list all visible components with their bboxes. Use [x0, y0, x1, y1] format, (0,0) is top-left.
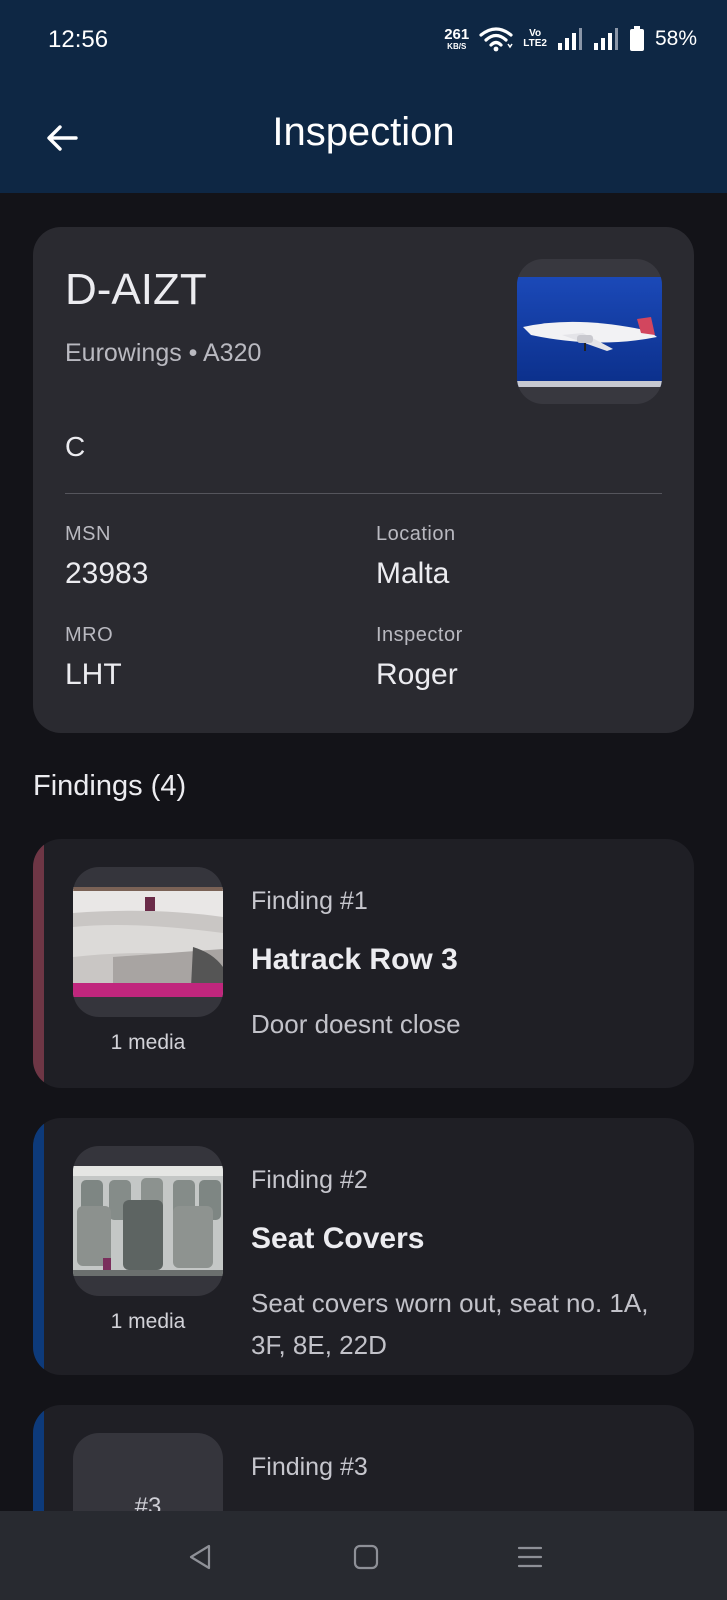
aircraft-summary-card: D-AIZT Eurowings • A320 C MSN 23983 Loca…	[33, 227, 694, 733]
finding-accent-bar	[33, 1118, 44, 1375]
location-value: Malta	[376, 557, 450, 590]
mro-value: LHT	[65, 658, 122, 691]
msn-value: 23983	[65, 557, 149, 590]
signal-icon-sim1	[557, 28, 582, 50]
finding-thumbnail[interactable]	[73, 1146, 223, 1296]
finding-description: Seat covers worn out, seat no. 1A, 3F, 8…	[251, 1288, 649, 1360]
volte-bottom: LTE2	[523, 38, 547, 49]
volte-indicator: Vo LTE2	[523, 29, 547, 49]
msn-label: MSN	[65, 523, 111, 545]
aircraft-photo[interactable]	[517, 259, 662, 404]
status-time: 12:56	[48, 26, 109, 53]
finding-description: Door doesnt close	[251, 1009, 461, 1039]
nav-home-icon	[353, 1544, 379, 1570]
seats-photo	[73, 1166, 223, 1276]
inspector-value: Roger	[376, 658, 458, 691]
finding-title: Seat Covers	[251, 1222, 425, 1255]
aircraft-airline-type: Eurowings • A320	[65, 339, 262, 367]
status-icons: 261 KB/S Vo LTE2 58%	[444, 24, 697, 54]
finding-number: Finding #2	[251, 1166, 368, 1194]
aircraft-status: C	[65, 431, 86, 462]
status-bar: 12:56 261 KB/S Vo LTE2 58%	[0, 0, 727, 82]
finding-number: Finding #1	[251, 887, 368, 915]
top-app-bar: 12:56 261 KB/S Vo LTE2 58% Inspection	[0, 0, 727, 193]
finding-thumbnail[interactable]	[73, 867, 223, 1017]
nav-menu-icon	[517, 1546, 543, 1568]
finding-card[interactable]: 1 media Finding #2 Seat Covers Seat cove…	[33, 1118, 694, 1375]
finding-accent-bar	[33, 839, 44, 1088]
aircraft-registration: D-AIZT	[65, 265, 207, 314]
hatrack-photo	[73, 887, 223, 997]
signal-icon-sim2	[593, 28, 618, 50]
mro-label: MRO	[65, 624, 114, 646]
network-speed: 261 KB/S	[444, 27, 469, 51]
aircraft-photo-image	[517, 277, 662, 387]
finding-number: Finding #3	[251, 1453, 368, 1481]
page-title: Inspection	[272, 110, 455, 154]
findings-header: Findings (4)	[33, 770, 187, 802]
finding-title: Hatrack Row 3	[251, 943, 458, 976]
nav-menu-button[interactable]	[510, 1537, 550, 1577]
finding-media-count: 1 media	[110, 1031, 186, 1054]
wifi-icon	[479, 27, 513, 52]
battery-percentage: 58%	[654, 27, 697, 50]
finding-card[interactable]: 1 media Finding #1 Hatrack Row 3 Door do…	[33, 839, 694, 1088]
nav-back-button[interactable]	[180, 1537, 220, 1577]
nav-home-button[interactable]	[346, 1537, 386, 1577]
location-label: Location	[376, 523, 456, 545]
network-speed-value: 261	[444, 26, 470, 43]
network-speed-unit: KB/S	[447, 42, 467, 51]
card-divider	[65, 493, 662, 494]
battery-icon	[629, 26, 644, 51]
inspector-label: Inspector	[376, 624, 463, 646]
nav-back-icon	[189, 1544, 211, 1570]
system-nav-bar	[0, 1511, 727, 1600]
finding-media-count: 1 media	[110, 1310, 186, 1333]
